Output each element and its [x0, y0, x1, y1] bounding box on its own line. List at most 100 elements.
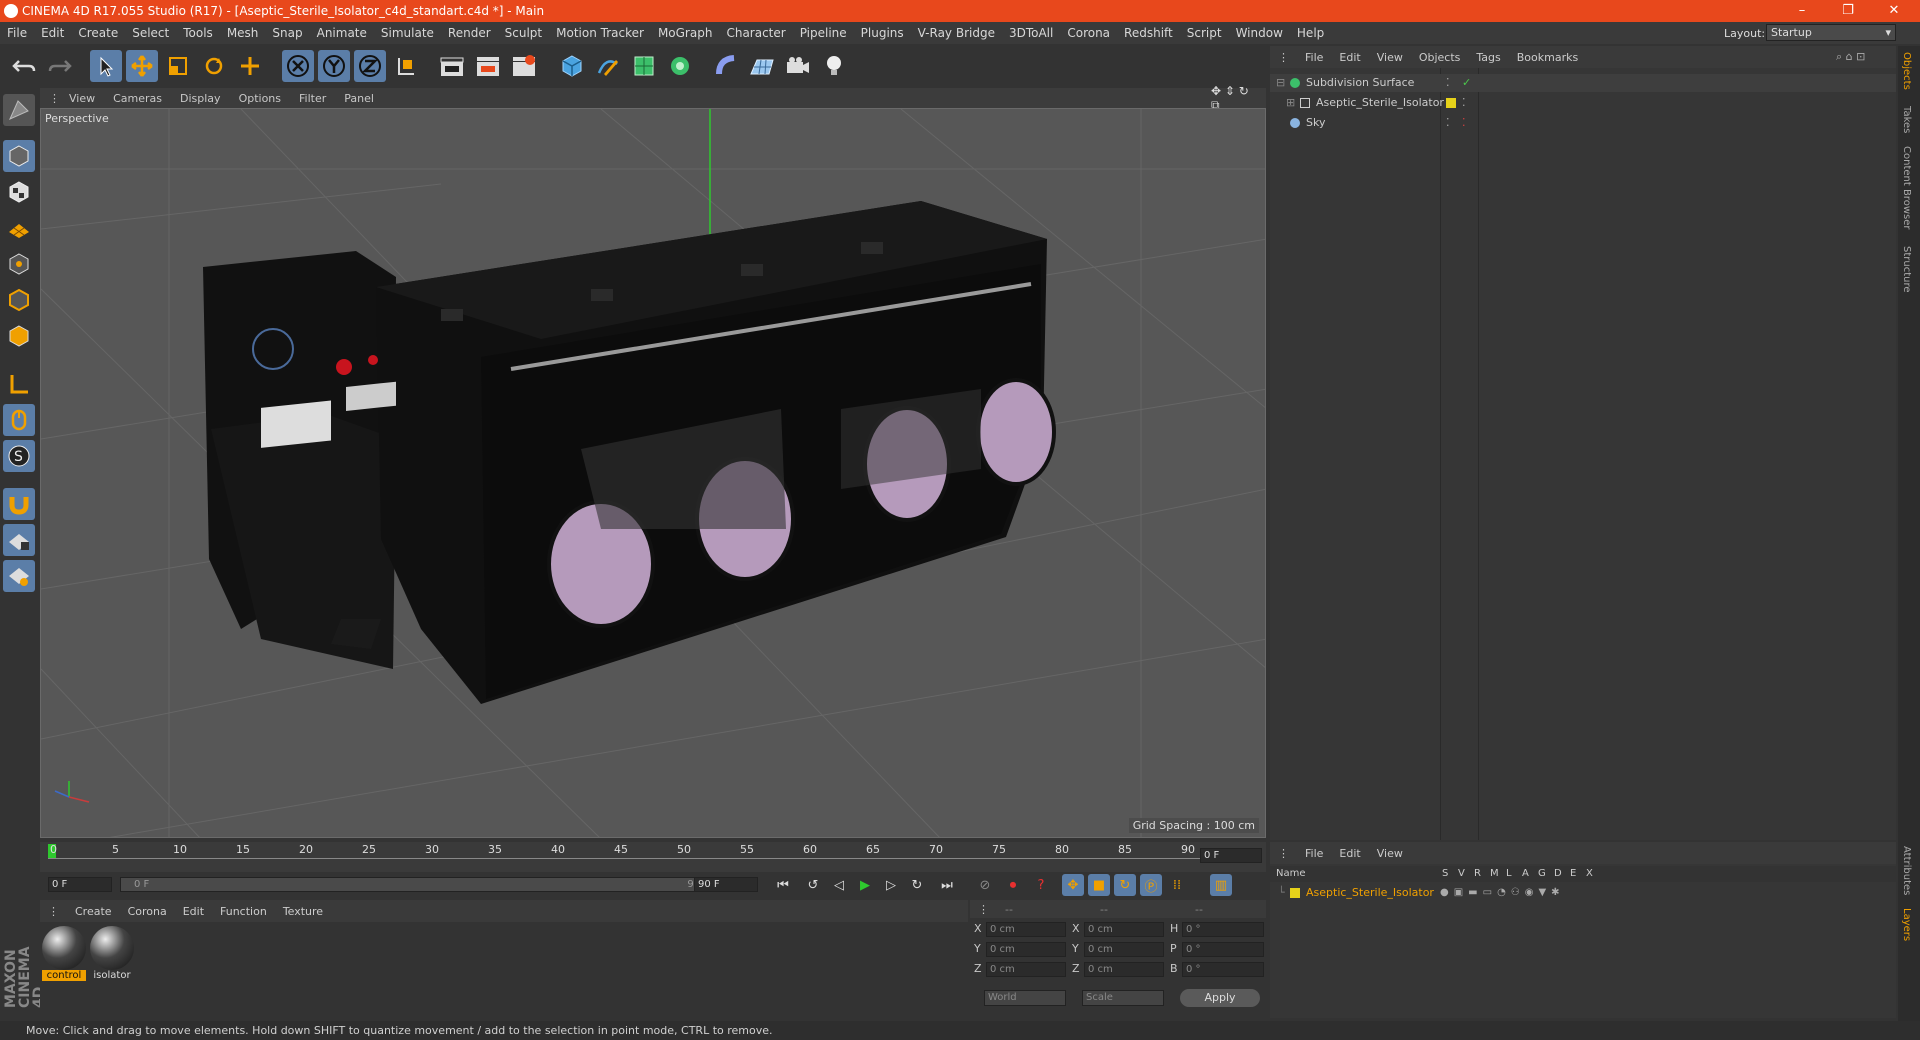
redo-button[interactable]	[44, 50, 76, 82]
coordinate-mode-select[interactable]: World	[984, 990, 1066, 1006]
visibility-dots-icon[interactable]: ⁚	[1446, 74, 1450, 92]
menu-motion-tracker[interactable]: Motion Tracker	[549, 26, 651, 40]
menu-simulate[interactable]: Simulate	[374, 26, 441, 40]
menu-3dtoall[interactable]: 3DToAll	[1002, 26, 1060, 40]
object-menu-tags[interactable]: Tags	[1468, 51, 1508, 64]
x-axis-lock-button[interactable]	[282, 50, 314, 82]
material-menu-corona[interactable]: Corona	[120, 905, 175, 918]
key-scale-button[interactable]: ■	[1088, 874, 1110, 896]
previous-key-button[interactable]: ↺	[802, 874, 824, 896]
size-y-field[interactable]: 0 cm	[1084, 942, 1164, 957]
visibility-dots-icon[interactable]: ⁚	[1446, 114, 1450, 132]
object-row-isolator[interactable]: ⊞ Aseptic_Sterile_Isolator ⁚	[1270, 94, 1896, 112]
snapping-button[interactable]: S	[3, 440, 35, 472]
key-param-button[interactable]: Ⓟ	[1140, 874, 1162, 896]
enable-axis-button[interactable]	[3, 368, 35, 400]
tab-objects[interactable]: Objects	[1901, 52, 1912, 90]
current-frame-field[interactable]: 0 F	[1200, 848, 1262, 863]
scale-tool-button[interactable]	[162, 50, 194, 82]
object-search-icons[interactable]: ⌕ ⌂ ⊡	[1828, 50, 1873, 64]
deformer-button[interactable]	[710, 50, 742, 82]
viewport-menu-panel[interactable]: Panel	[335, 92, 383, 105]
workplane-mode-button[interactable]	[3, 212, 35, 244]
menu-vray-bridge[interactable]: V-Ray Bridge	[911, 26, 1002, 40]
render-view-button[interactable]	[436, 50, 468, 82]
tab-takes[interactable]: Takes	[1901, 106, 1912, 133]
layer-flags-icons[interactable]: ●▣▬▭◔⚇◉▼✱	[1440, 884, 1565, 902]
layer-menu-edit[interactable]: Edit	[1331, 847, 1368, 860]
timeline-ruler[interactable]: 0 5 10 15 20 25 30 35 40 45 50 55 60 65 …	[40, 842, 1266, 872]
timeline-window-button[interactable]: ▥	[1210, 874, 1232, 896]
menu-script[interactable]: Script	[1180, 26, 1229, 40]
tab-structure[interactable]: Structure	[1901, 246, 1912, 293]
menu-file[interactable]: File	[0, 26, 34, 40]
viewport-menu-view[interactable]: View	[60, 92, 104, 105]
menu-edit[interactable]: Edit	[34, 26, 71, 40]
menu-snap[interactable]: Snap	[265, 26, 309, 40]
next-frame-button[interactable]: ▷	[880, 874, 902, 896]
subdivision-surface-button[interactable]	[628, 50, 660, 82]
menu-create[interactable]: Create	[71, 26, 125, 40]
material-swatch-isolator[interactable]: isolator	[90, 926, 134, 984]
menu-corona[interactable]: Corona	[1060, 26, 1117, 40]
render-flag-icon[interactable]: ⁚	[1462, 114, 1466, 132]
visibility-dots-icon[interactable]: ⁚	[1462, 94, 1466, 112]
live-select-button[interactable]	[234, 50, 266, 82]
object-menu-objects[interactable]: Objects	[1411, 51, 1469, 64]
undo-button[interactable]	[8, 50, 40, 82]
enabled-check-icon[interactable]: ✓	[1462, 74, 1471, 92]
menu-select[interactable]: Select	[125, 26, 176, 40]
spline-pen-button[interactable]	[592, 50, 624, 82]
rotate-tool-button[interactable]	[198, 50, 230, 82]
object-menu-file[interactable]: File	[1297, 51, 1331, 64]
edges-mode-button[interactable]	[3, 284, 35, 316]
layer-color-icon[interactable]	[1290, 888, 1300, 898]
record-keys-button[interactable]: ⊘	[974, 874, 996, 896]
restore-button[interactable]: ❐	[1826, 0, 1870, 22]
position-z-field[interactable]: 0 cm	[986, 962, 1066, 977]
menu-help[interactable]: Help	[1290, 26, 1331, 40]
polygons-mode-button[interactable]	[3, 320, 35, 352]
autokey-button[interactable]: ⏺	[1002, 874, 1024, 896]
coordinate-system-button[interactable]	[390, 50, 422, 82]
start-frame-field[interactable]: 0 F	[48, 877, 112, 892]
object-row-subdivision[interactable]: ⊟ Subdivision Surface ⁚ ✓	[1270, 74, 1896, 92]
object-menu-edit[interactable]: Edit	[1331, 51, 1368, 64]
viewport-perspective[interactable]: Perspective Grid Spacing: 100 cm	[40, 108, 1266, 838]
apply-button[interactable]: Apply	[1180, 989, 1260, 1007]
key-position-button[interactable]: ✥	[1062, 874, 1084, 896]
tweak-mode-button[interactable]	[3, 404, 35, 436]
menu-render[interactable]: Render	[441, 26, 498, 40]
key-rotation-button[interactable]: ↻	[1114, 874, 1136, 896]
move-tool-button[interactable]	[126, 50, 158, 82]
material-menu-function[interactable]: Function	[212, 905, 275, 918]
make-editable-button[interactable]	[3, 94, 35, 126]
previous-frame-button[interactable]: ◁	[828, 874, 850, 896]
menu-mograph[interactable]: MoGraph	[651, 26, 720, 40]
position-x-field[interactable]: 0 cm	[986, 922, 1066, 937]
select-tool-button[interactable]	[90, 50, 122, 82]
material-menu-texture[interactable]: Texture	[275, 905, 331, 918]
key-pla-button[interactable]: ⁞⁞	[1166, 874, 1188, 896]
material-menu-edit[interactable]: Edit	[175, 905, 212, 918]
play-button[interactable]: ▶	[854, 874, 876, 896]
tab-content-browser[interactable]: Content Browser	[1901, 146, 1912, 229]
viewport-menu-options[interactable]: Options	[230, 92, 290, 105]
rotation-p-field[interactable]: 0 °	[1182, 942, 1264, 957]
frame-range-slider[interactable]: 0 F 90 F	[120, 877, 720, 892]
size-mode-select[interactable]: Scale	[1082, 990, 1164, 1006]
layer-row[interactable]: └ Aseptic_Sterile_Isolator ●▣▬▭◔⚇◉▼✱	[1270, 884, 1896, 902]
magnet-tool-button[interactable]	[3, 488, 35, 520]
model-mode-button[interactable]	[3, 140, 35, 172]
size-z-field[interactable]: 0 cm	[1084, 962, 1164, 977]
floor-object-button[interactable]	[746, 50, 778, 82]
go-to-end-button[interactable]: ⏭	[936, 874, 958, 896]
planar-workplane-button[interactable]	[3, 560, 35, 592]
cube-object-button[interactable]	[556, 50, 588, 82]
minimize-button[interactable]: –	[1780, 0, 1824, 22]
menu-mesh[interactable]: Mesh	[220, 26, 266, 40]
rotation-b-field[interactable]: 0 °	[1182, 962, 1264, 977]
object-menu-view[interactable]: View	[1369, 51, 1411, 64]
points-mode-button[interactable]	[3, 248, 35, 280]
locked-workplane-button[interactable]	[3, 524, 35, 556]
